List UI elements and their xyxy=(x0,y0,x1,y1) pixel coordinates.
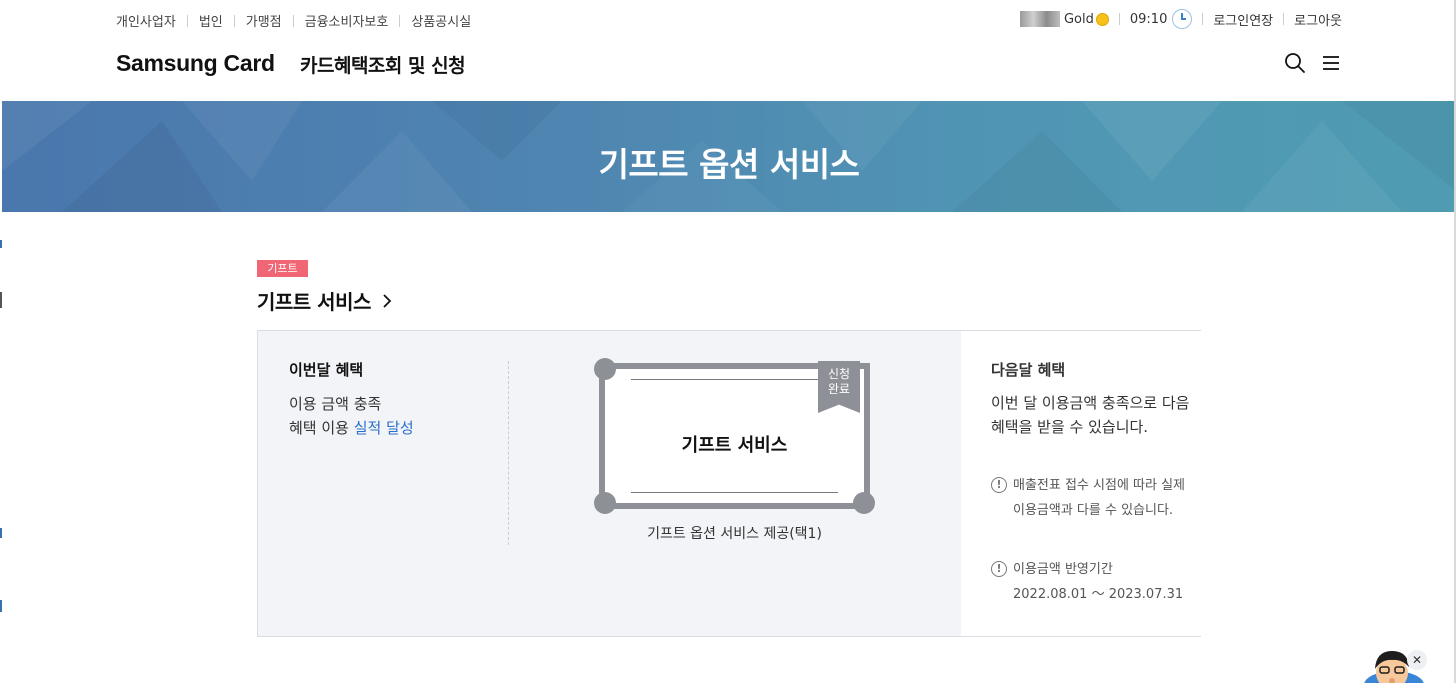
info-icon: ! xyxy=(991,561,1007,577)
utility-nav-right: Gold 09:10 로그인연장 로그아웃 xyxy=(1019,9,1342,29)
note-item: ! 매출전표 접수 시점에 따라 실제 이용금액과 다를 수 있습니다. xyxy=(991,473,1196,523)
note-item: ! 이용금액 반영기간 2022.08.01 ～ 2023.07.31 xyxy=(991,557,1196,607)
section-title-text: 기프트 서비스 xyxy=(257,290,371,314)
divider xyxy=(233,14,235,27)
util-link-consumer-protection[interactable]: 금융소비자보호 xyxy=(305,11,389,30)
card-notch xyxy=(853,492,875,514)
next-month-description: 이번 달 이용금액 충족으로 다음 혜택을 받을 수 있습니다. xyxy=(991,394,1190,436)
gift-tag-badge: 기프트 xyxy=(257,260,308,277)
edge-mark xyxy=(0,292,2,308)
util-link-product-disclosure[interactable]: 상품공시실 xyxy=(411,11,471,30)
utility-bar: 개인사업자 법인 가맹점 금융소비자보호 상품공시실 Gold 09:10 로그… xyxy=(0,0,1456,38)
info-icon: ! xyxy=(991,477,1007,493)
divider xyxy=(292,14,294,27)
hero-title: 기프트 옵션 서비스 xyxy=(598,145,860,184)
gift-service-link[interactable]: 기프트 서비스 xyxy=(257,286,393,315)
page-category-title[interactable]: 카드혜택조회 및 신청 xyxy=(300,51,466,78)
util-link-corporate[interactable]: 법인 xyxy=(199,11,223,30)
status-highlight: 실적 달성 xyxy=(353,419,414,437)
extend-login-link[interactable]: 로그인연장 xyxy=(1213,10,1273,29)
gift-card-caption: 기프트 옵션 서비스 제공(택1) xyxy=(647,526,822,542)
util-link-individual-business[interactable]: 개인사업자 xyxy=(116,11,176,30)
ribbon-line-1: 신청 xyxy=(827,367,851,381)
session-time: 09:10 xyxy=(1129,11,1168,27)
divider xyxy=(399,14,401,27)
note-text: 매출전표 접수 시점에 따라 실제 이용금액과 다를 수 있습니다. xyxy=(1013,478,1186,518)
logout-link[interactable]: 로그아웃 xyxy=(1294,10,1342,29)
note-period: 2022.08.01 ～ 2023.07.31 xyxy=(1013,587,1184,602)
card-notch xyxy=(594,358,616,380)
dashed-divider xyxy=(508,361,509,545)
grade-label: Gold xyxy=(1063,11,1094,27)
note-label: 이용금액 반영기간 xyxy=(1013,562,1113,577)
utility-nav-left: 개인사업자 법인 가맹점 금융소비자보호 상품공시실 xyxy=(116,11,471,30)
next-month-panel: 다음달 혜택 이번 달 이용금액 충족으로 다음 혜택을 받을 수 있습니다. … xyxy=(961,331,1201,636)
edge-mark xyxy=(0,600,2,612)
divider xyxy=(186,14,188,27)
hero-banner: 기프트 옵션 서비스 xyxy=(2,101,1456,212)
card-bottom-line xyxy=(631,492,838,493)
search-icon[interactable] xyxy=(1284,52,1306,74)
card-label: 기프트 서비스 xyxy=(681,435,788,456)
next-month-title: 다음달 혜택 xyxy=(991,361,1066,379)
main-header: Samsung Card 카드혜택조회 및 신청 xyxy=(0,38,1456,101)
clock-icon xyxy=(1172,9,1193,29)
card-top-line xyxy=(631,379,838,380)
samsung-card-logo[interactable]: Samsung Card xyxy=(116,50,275,77)
user-name-blurred xyxy=(1019,11,1060,27)
util-link-merchant[interactable]: 가맹점 xyxy=(246,11,282,30)
this-month-title: 이번달 혜택 xyxy=(289,361,364,379)
close-icon[interactable]: ✕ xyxy=(1407,650,1427,670)
chevron-right-icon xyxy=(383,293,392,308)
benefit-panel: 이번달 혜택 이용 금액 충족 혜택 이용 실적 달성 기프트 서비스 신청 완… xyxy=(257,330,1201,637)
divider xyxy=(1118,13,1120,25)
coin-icon xyxy=(1095,12,1109,26)
ribbon-line-2: 완료 xyxy=(827,382,851,396)
divider xyxy=(1202,13,1204,25)
this-month-condition: 이용 금액 충족 xyxy=(289,395,382,413)
divider xyxy=(1283,13,1285,25)
edge-mark xyxy=(0,528,2,538)
status-prefix: 혜택 이용 xyxy=(289,419,354,437)
this-month-status: 혜택 이용 실적 달성 xyxy=(289,417,414,438)
gift-service-card[interactable]: 기프트 서비스 신청 완료 xyxy=(594,358,875,514)
card-notch xyxy=(594,492,616,514)
menu-icon[interactable] xyxy=(1320,52,1342,74)
edge-mark xyxy=(0,240,2,248)
